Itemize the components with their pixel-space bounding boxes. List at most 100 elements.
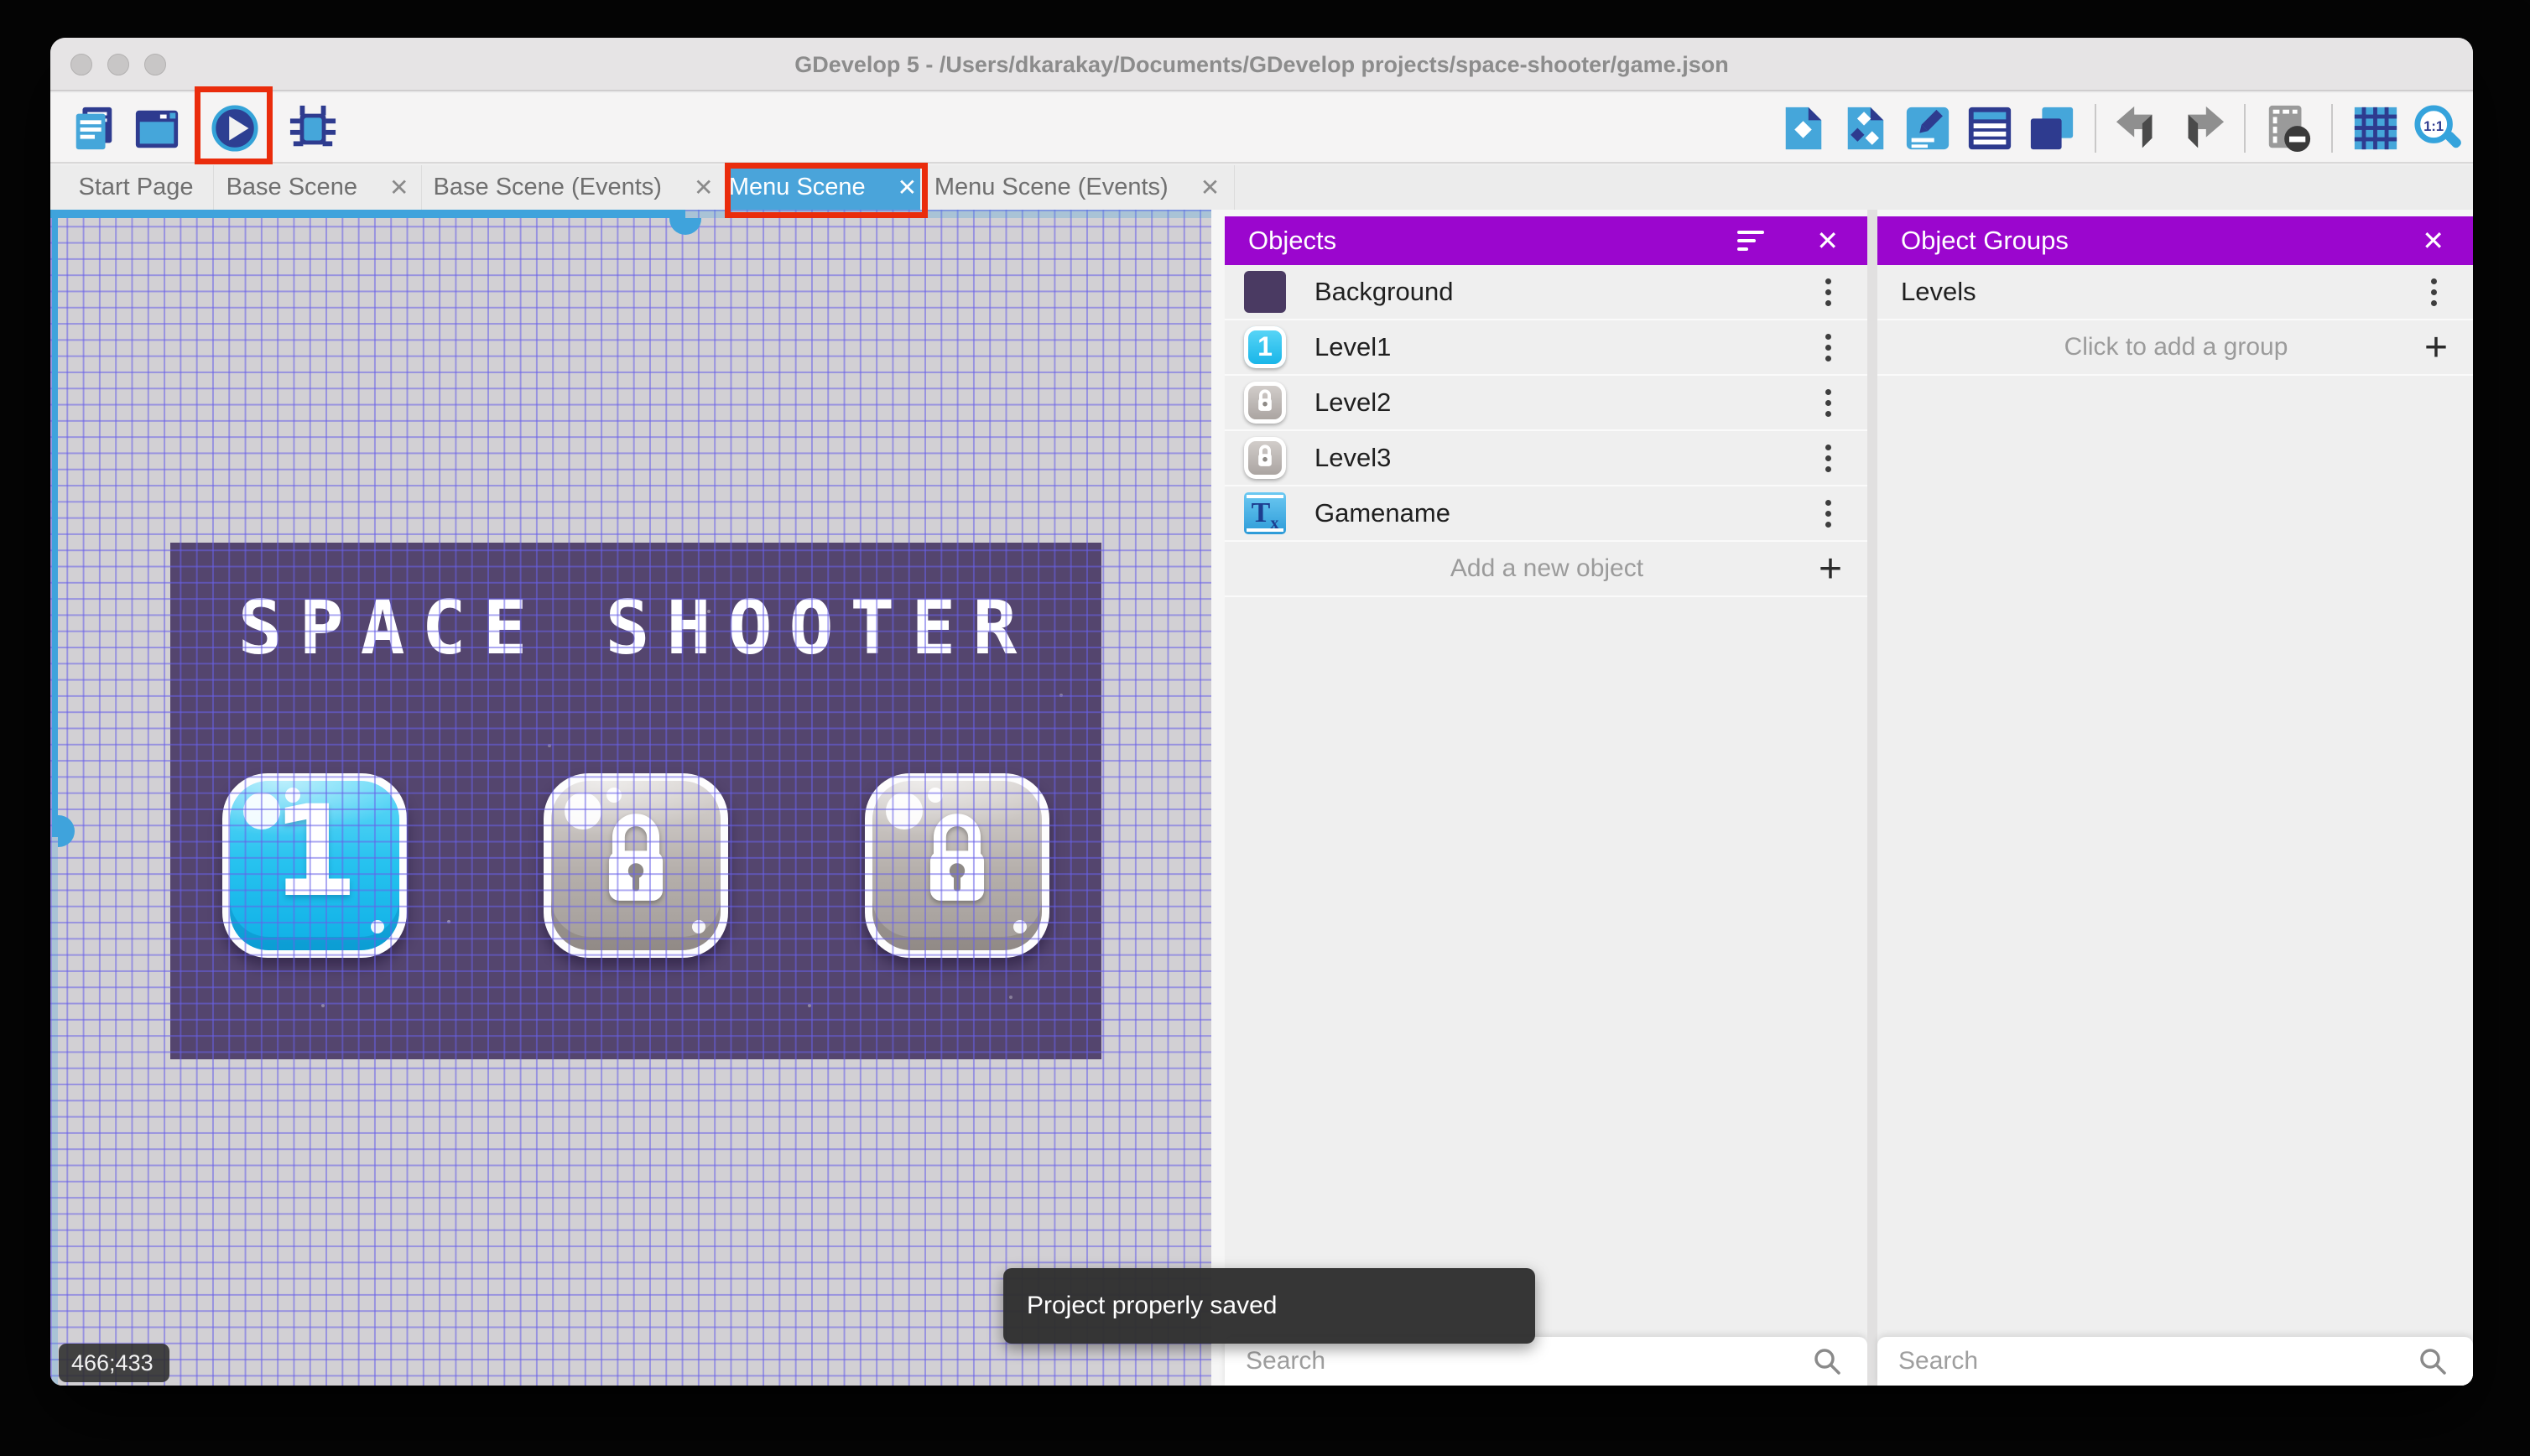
- add-group-label: Click to add a group: [2064, 333, 2288, 361]
- add-object-plus-icon[interactable]: +: [1819, 546, 1842, 592]
- object-label: Gamename: [1314, 498, 1450, 528]
- tab-base-scene[interactable]: Base Scene ✕: [214, 165, 422, 210]
- object-groups-panel-title: Object Groups: [1901, 226, 2069, 255]
- object-row-gamename[interactable]: Tx Gamename: [1225, 486, 1867, 542]
- vertical-scrollbar[interactable]: [52, 210, 58, 1386]
- undo-icon: [2116, 106, 2153, 148]
- toolbar-separator: [2095, 104, 2096, 153]
- tab-close-icon[interactable]: ✕: [898, 174, 917, 201]
- text-object-thumbnail: Tx: [1244, 492, 1286, 534]
- group-row-levels[interactable]: Levels: [1877, 265, 2473, 320]
- gloss-bubble: [606, 788, 622, 803]
- tab-close-icon[interactable]: ✕: [694, 174, 713, 201]
- properties-pencil-icon: [1906, 107, 1950, 150]
- objects-panel-title: Objects: [1248, 226, 1337, 255]
- open-objects-panel-button[interactable]: [1779, 104, 1828, 153]
- vertical-scroll-handle[interactable]: [58, 815, 75, 847]
- project-manager-button[interactable]: [70, 104, 118, 153]
- level2-button-instance[interactable]: [544, 773, 728, 958]
- object-row-level1[interactable]: 1 Level1: [1225, 320, 1867, 376]
- groups-search-bar: [1877, 1337, 2473, 1386]
- scene-editor-canvas[interactable]: SPACE SHOOTER 1 466;433: [50, 210, 1211, 1386]
- tab-menu-scene[interactable]: Menu Scene ✕: [726, 165, 920, 210]
- horizontal-scroll-handle[interactable]: [669, 218, 701, 235]
- objects-page-icon: [1785, 107, 1822, 150]
- objects-panel: Objects ✕ Background 1 Level1 Level2 Lev…: [1225, 210, 1867, 1386]
- screenshot-stage: GDevelop 5 - /Users/dkarakay/Documents/G…: [0, 0, 2530, 1456]
- row-menu-icon[interactable]: [1825, 444, 1834, 472]
- open-layers-panel-button[interactable]: [2028, 104, 2076, 153]
- objects-search-bar: [1225, 1337, 1867, 1386]
- toolbar-separator: [2244, 104, 2246, 153]
- object-row-level3[interactable]: Level3: [1225, 431, 1867, 486]
- play-preview-button[interactable]: [211, 104, 259, 153]
- tab-label: Menu Scene (Events): [934, 174, 1169, 200]
- debug-button[interactable]: [289, 104, 337, 153]
- save-toast: Project properly saved: [1003, 1268, 1535, 1344]
- layers-icon: [2030, 107, 2074, 150]
- undo-button[interactable]: [2115, 104, 2163, 153]
- scene-title-text-instance[interactable]: SPACE SHOOTER: [170, 585, 1101, 671]
- redo-button[interactable]: [2177, 104, 2225, 153]
- zoom-1-1-button[interactable]: 1:1: [2413, 104, 2462, 153]
- add-group-plus-icon[interactable]: +: [2424, 325, 2448, 371]
- row-menu-icon[interactable]: [1825, 278, 1834, 306]
- objects-search-input[interactable]: [1246, 1347, 1812, 1375]
- level3-button-instance[interactable]: [865, 773, 1049, 958]
- object-row-background[interactable]: Background: [1225, 265, 1867, 320]
- lock-icon: [587, 805, 685, 915]
- row-menu-icon[interactable]: [1825, 388, 1834, 417]
- open-instances-list-button[interactable]: [1965, 104, 2014, 153]
- open-object-groups-panel-button[interactable]: [1841, 104, 1890, 153]
- play-icon: [211, 105, 258, 152]
- close-object-groups-panel-icon[interactable]: ✕: [2422, 225, 2444, 257]
- row-menu-icon[interactable]: [2431, 278, 2439, 306]
- object-label: Level1: [1314, 332, 1392, 361]
- toolbar: 1:1: [50, 93, 2473, 164]
- row-menu-icon[interactable]: [1825, 499, 1834, 528]
- close-objects-panel-icon[interactable]: ✕: [1816, 225, 1839, 257]
- debug-bug-icon: [289, 105, 336, 147]
- group-label: Levels: [1901, 277, 1976, 306]
- redo-icon: [2188, 106, 2225, 148]
- object-groups-page-icon: [1847, 107, 1884, 150]
- toggle-mask-button[interactable]: [2264, 104, 2313, 153]
- tab-menu-scene-events[interactable]: Menu Scene (Events) ✕: [920, 165, 1235, 210]
- panels-divider[interactable]: [1867, 210, 1877, 1386]
- groups-search-input[interactable]: [1898, 1347, 2418, 1375]
- tab-base-scene-events[interactable]: Base Scene (Events) ✕: [422, 165, 726, 210]
- lock-icon: [908, 805, 1006, 915]
- scene-background-instance[interactable]: SPACE SHOOTER 1: [170, 543, 1101, 1059]
- objects-panel-header: Objects ✕: [1225, 216, 1867, 265]
- object-groups-panel-inner: Object Groups ✕ Levels Click to add a gr…: [1877, 216, 2473, 1386]
- level1-button-instance[interactable]: 1: [222, 773, 407, 958]
- tab-close-icon[interactable]: ✕: [389, 174, 409, 201]
- object-label: Level3: [1314, 443, 1392, 472]
- instances-list-icon: [1968, 107, 2012, 150]
- object-groups-panel: Object Groups ✕ Levels Click to add a gr…: [1877, 210, 2473, 1386]
- toggle-grid-button[interactable]: [2351, 104, 2400, 153]
- object-row-level2[interactable]: Level2: [1225, 376, 1867, 431]
- preview-window-button[interactable]: [133, 104, 181, 153]
- gdevelop-window: GDevelop 5 - /Users/dkarakay/Documents/G…: [50, 38, 2473, 1386]
- titlebar: GDevelop 5 - /Users/dkarakay/Documents/G…: [50, 38, 2473, 91]
- horizontal-scrollbar[interactable]: [50, 210, 1211, 218]
- add-object-row[interactable]: Add a new object +: [1225, 542, 1867, 597]
- level1-button-face: 1: [230, 781, 399, 950]
- window-title: GDevelop 5 - /Users/dkarakay/Documents/G…: [794, 52, 1729, 77]
- horizontal-scrollbar-thumb[interactable]: [50, 210, 685, 218]
- gloss-dot: [1013, 920, 1027, 933]
- row-menu-icon[interactable]: [1825, 333, 1834, 361]
- tab-start-page[interactable]: Start Page: [59, 165, 214, 210]
- filter-icon[interactable]: [1737, 230, 1767, 252]
- open-properties-panel-button[interactable]: [1903, 104, 1952, 153]
- vertical-scrollbar-thumb[interactable]: [52, 210, 58, 837]
- add-group-row[interactable]: Click to add a group +: [1877, 320, 2473, 376]
- preview-window-icon: [135, 110, 179, 148]
- tab-label: Base Scene: [226, 174, 357, 200]
- locked-button-thumbnail: [1244, 382, 1286, 424]
- tab-close-icon[interactable]: ✕: [1200, 174, 1220, 201]
- search-icon: [1814, 1349, 1840, 1375]
- objects-panel-inner: Objects ✕ Background 1 Level1 Level2 Lev…: [1225, 216, 1867, 1386]
- level2-button-face: [551, 781, 721, 950]
